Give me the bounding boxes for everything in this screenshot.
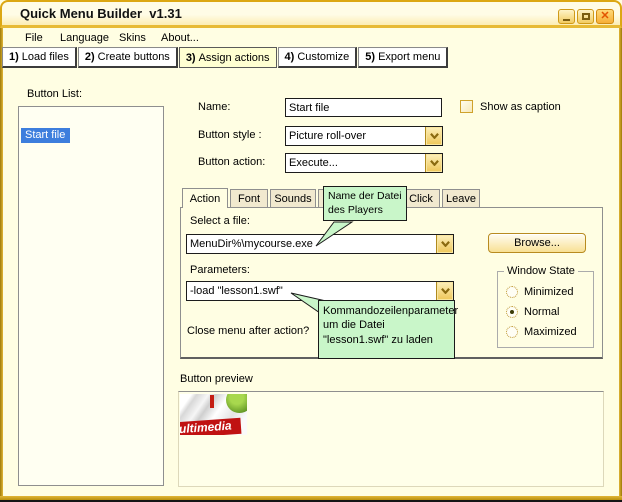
show-as-caption-checkbox[interactable]	[460, 100, 473, 113]
parameters-combobox[interactable]: -load "lesson1.swf"	[186, 281, 454, 301]
cd-graphic	[226, 394, 247, 413]
name-label: Name:	[198, 101, 230, 113]
step-load-files[interactable]: 1)Load files	[2, 47, 77, 68]
show-as-caption-label: Show as caption	[480, 101, 561, 113]
red-tag-graphic	[210, 395, 214, 408]
tab-action[interactable]: Action	[182, 188, 228, 208]
minimize-button[interactable]	[558, 9, 575, 24]
button-list-label: Button List:	[27, 88, 82, 100]
chevron-down-icon[interactable]	[436, 282, 453, 300]
chevron-down-icon[interactable]	[436, 235, 453, 253]
button-style-label: Button style :	[198, 129, 262, 141]
tab-click[interactable]: Click	[402, 189, 440, 207]
chevron-down-icon[interactable]	[425, 154, 442, 172]
tab-font[interactable]: Font	[230, 189, 268, 207]
close-button[interactable]: ✕	[596, 9, 614, 24]
select-file-combobox[interactable]: MenuDir%\mycourse.exe	[186, 234, 454, 254]
tooltip-parameters: Kommandozeilenparameter um die Datei "le…	[318, 300, 455, 359]
menu-skins[interactable]: Skins	[116, 31, 149, 45]
minimize-icon	[563, 19, 570, 21]
menu-language[interactable]: Language	[57, 31, 112, 45]
close-icon: ✕	[600, 11, 609, 22]
button-preview-area: ultimedia	[178, 391, 604, 487]
step-toolbar: 1)Load files 2)Create buttons 3)Assign a…	[2, 47, 448, 68]
button-preview-label: Button preview	[180, 373, 253, 385]
radio-normal[interactable]: Normal	[506, 306, 559, 318]
button-style-combobox[interactable]: Picture roll-over	[285, 126, 443, 146]
app-window: Quick Menu Builder v1.31 ✕ File Language…	[0, 0, 622, 502]
button-thumbnail-image: ultimedia	[180, 394, 247, 435]
step-create-buttons[interactable]: 2)Create buttons	[78, 47, 178, 68]
step-customize[interactable]: 4)Customize	[278, 47, 358, 68]
button-action-combobox[interactable]: Execute...	[285, 153, 443, 173]
tab-sounds[interactable]: Sounds	[270, 189, 316, 207]
select-file-label: Select a file:	[190, 215, 250, 227]
maximize-icon	[582, 13, 590, 20]
step-assign-actions[interactable]: 3)Assign actions	[179, 47, 277, 68]
button-action-label: Button action:	[198, 156, 265, 168]
radio-maximized[interactable]: Maximized	[506, 326, 577, 338]
radio-icon	[506, 286, 518, 298]
window-title: Quick Menu Builder v1.31	[20, 6, 182, 21]
radio-icon	[506, 326, 518, 338]
window-state-title: Window State	[504, 265, 578, 277]
list-item-start-file[interactable]: Start file	[21, 128, 70, 143]
close-menu-label: Close menu after action?	[187, 325, 309, 337]
window-state-group: Window State Minimized Normal Maximized	[497, 271, 594, 348]
tooltip-file: Name der Datei des Players	[323, 186, 407, 221]
button-list[interactable]: Start file	[18, 106, 164, 486]
window-border-left	[0, 20, 3, 500]
maximize-button[interactable]	[577, 9, 594, 24]
menu-file[interactable]: File	[22, 31, 46, 45]
browse-button[interactable]: Browse...	[488, 233, 586, 253]
titlebar[interactable]: Quick Menu Builder v1.31 ✕	[0, 0, 622, 28]
tab-leave[interactable]: Leave	[442, 189, 480, 207]
multimedia-band: ultimedia	[180, 418, 241, 435]
name-input[interactable]	[285, 98, 442, 117]
parameters-label: Parameters:	[190, 264, 250, 276]
radio-minimized[interactable]: Minimized	[506, 286, 574, 298]
menu-about[interactable]: About...	[158, 31, 202, 45]
radio-checked-icon	[506, 306, 518, 318]
step-export-menu[interactable]: 5)Export menu	[358, 47, 448, 68]
chevron-down-icon[interactable]	[425, 127, 442, 145]
